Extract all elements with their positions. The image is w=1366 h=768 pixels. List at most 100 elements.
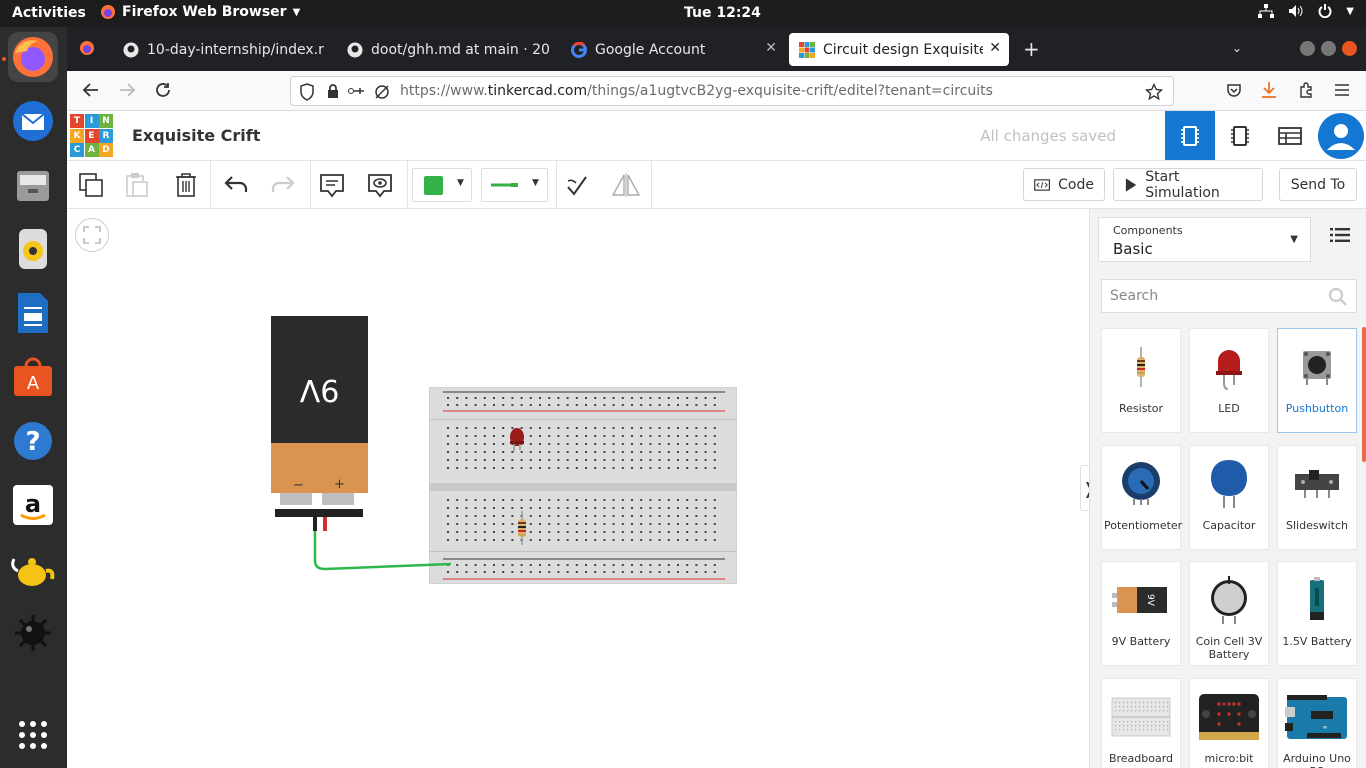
component-breadboard[interactable]: Breadboard <box>1101 678 1181 768</box>
maximize-icon[interactable] <box>1321 41 1336 56</box>
dock-writer[interactable] <box>8 288 58 338</box>
notes-button[interactable] <box>315 169 349 201</box>
app-menu[interactable]: Firefox Web Browser ▼ <box>100 4 300 20</box>
dock-teapot[interactable] <box>8 544 58 594</box>
close-icon[interactable]: ✕ <box>989 40 1001 56</box>
list-tabs-icon[interactable]: ⌄ <box>1232 41 1242 55</box>
pocket-icon[interactable] <box>1226 82 1242 102</box>
dock-firefox[interactable] <box>8 32 58 82</box>
start-simulation-button[interactable]: Start Simulation <box>1113 168 1263 201</box>
dock-thunderbird[interactable] <box>8 96 58 146</box>
tinkercad-logo[interactable]: T I N K E R C A D <box>70 114 113 157</box>
component-name: 1.5V Battery <box>1282 635 1352 648</box>
color-picker[interactable]: ▼ <box>412 168 472 202</box>
battery-minus-label: − <box>293 478 304 493</box>
rotate-button[interactable] <box>560 169 594 201</box>
dock-files[interactable] <box>8 160 58 210</box>
component-capacitor[interactable]: Capacitor <box>1189 445 1269 550</box>
battery-terminal-negative[interactable] <box>280 493 312 505</box>
component-slideswitch[interactable]: Slideswitch <box>1277 445 1357 550</box>
component-search[interactable] <box>1101 279 1357 313</box>
shield-icon[interactable] <box>299 83 315 101</box>
search-input[interactable] <box>1102 280 1322 312</box>
dock-app-grid[interactable] <box>8 710 58 760</box>
component-1-5v-battery[interactable]: 1.5V Battery <box>1277 561 1357 666</box>
component-name: Arduino Uno R3 <box>1283 752 1351 768</box>
send-to-button[interactable]: Send To <box>1279 168 1357 201</box>
wire-battery-to-breadboard[interactable] <box>307 529 457 574</box>
redo-button[interactable] <box>266 169 300 201</box>
activities-button[interactable]: Activities <box>12 5 86 21</box>
active-indicator <box>2 57 6 61</box>
delete-button[interactable] <box>169 169 203 201</box>
hamburger-menu-icon[interactable] <box>1334 83 1350 101</box>
battery-9v[interactable]: 9V − + <box>271 316 368 531</box>
component-list-view-button[interactable] <box>1265 111 1315 160</box>
tab-title: 10-day-internship/index.r <box>147 41 324 58</box>
component-arduino-uno[interactable]: ∞ Arduino Uno R3 <box>1277 678 1357 768</box>
component-9v-battery[interactable]: 9V 9V Battery <box>1101 561 1181 666</box>
dock-help[interactable]: ? <box>8 416 58 466</box>
paste-button[interactable] <box>120 169 154 201</box>
downloads-icon[interactable] <box>1261 81 1277 103</box>
component-name: 9V Battery <box>1111 635 1171 648</box>
back-icon[interactable] <box>82 81 100 103</box>
undo-button[interactable] <box>219 169 253 201</box>
battery-9v-icon: 9V <box>1102 570 1180 630</box>
system-tray[interactable]: ▼ <box>1258 4 1354 18</box>
circuit-view-button[interactable] <box>1165 111 1215 160</box>
new-tab-icon[interactable]: + <box>1023 37 1040 61</box>
tab-github-internship[interactable]: 10-day-internship/index.r <box>113 33 337 66</box>
window-close-icon[interactable] <box>1342 41 1357 56</box>
dock-software[interactable]: A <box>8 352 58 402</box>
search-icon[interactable] <box>1328 287 1348 307</box>
flip-button[interactable] <box>609 169 643 201</box>
component-coin-cell-battery[interactable]: Coin Cell 3V Battery <box>1189 561 1269 666</box>
tracking-off-icon[interactable] <box>373 83 391 101</box>
dock-rhythmbox[interactable] <box>8 224 58 274</box>
battery-terminal-positive[interactable] <box>322 493 354 505</box>
clock[interactable]: Tue 12:24 <box>684 5 761 21</box>
component-pushbutton[interactable]: Pushbutton <box>1277 328 1357 433</box>
circuit-canvas[interactable]: 9V − + <box>67 209 1089 768</box>
component-resistor[interactable]: Resistor <box>1101 328 1181 433</box>
panel-scrollbar[interactable] <box>1362 327 1366 462</box>
tab-google-account[interactable]: Google Account ✕ <box>561 33 785 66</box>
tab-github-doot[interactable]: doot/ghh.md at main · 20 <box>337 33 561 66</box>
components-dropdown[interactable]: Components Basic ▼ <box>1098 217 1311 262</box>
code-button[interactable]: Code <box>1023 168 1105 201</box>
led-component[interactable] <box>509 425 525 453</box>
schematic-view-button[interactable] <box>1215 111 1265 160</box>
component-led[interactable]: LED <box>1189 328 1269 433</box>
reload-icon[interactable] <box>154 81 172 103</box>
bookmark-star-icon[interactable] <box>1145 83 1163 101</box>
extensions-icon[interactable] <box>1298 82 1314 102</box>
fit-view-button[interactable] <box>75 218 109 252</box>
copy-button[interactable] <box>74 169 108 201</box>
wire-icon <box>491 183 518 187</box>
lock-icon[interactable] <box>326 83 340 99</box>
component-potentiometer[interactable]: Potentiometer <box>1101 445 1182 550</box>
minimize-icon[interactable] <box>1300 41 1315 56</box>
list-view-button[interactable] <box>1330 227 1350 247</box>
tab-tinkercad[interactable]: Circuit design Exquisite C ✕ <box>789 33 1009 66</box>
toggle-notes-visibility-button[interactable] <box>363 169 397 201</box>
wire-type-picker[interactable]: ▼ <box>481 168 548 202</box>
component-microbit[interactable]: micro:bit <box>1189 678 1269 768</box>
project-title[interactable]: Exquisite Crift <box>132 126 260 145</box>
app-grid-icon <box>19 721 47 749</box>
breadboard[interactable] <box>429 387 737 584</box>
flip-icon <box>611 173 641 197</box>
logo-letter: A <box>84 143 99 157</box>
dock-mines[interactable] <box>8 608 58 658</box>
github-icon <box>123 42 139 58</box>
components-panel: Components Basic ▼ Resistor LED Pushbutt… <box>1089 209 1366 768</box>
permissions-icon[interactable] <box>347 84 365 98</box>
dock-amazon[interactable]: a <box>8 480 58 530</box>
forward-icon[interactable] <box>118 81 136 103</box>
close-icon[interactable]: ✕ <box>765 40 777 56</box>
user-avatar[interactable] <box>1318 113 1364 159</box>
firefox-view-icon[interactable] <box>79 40 95 60</box>
url-bar[interactable]: https://www.tinkercad.com/things/a1ugtvc… <box>290 76 1174 106</box>
resistor-component[interactable] <box>517 511 527 545</box>
